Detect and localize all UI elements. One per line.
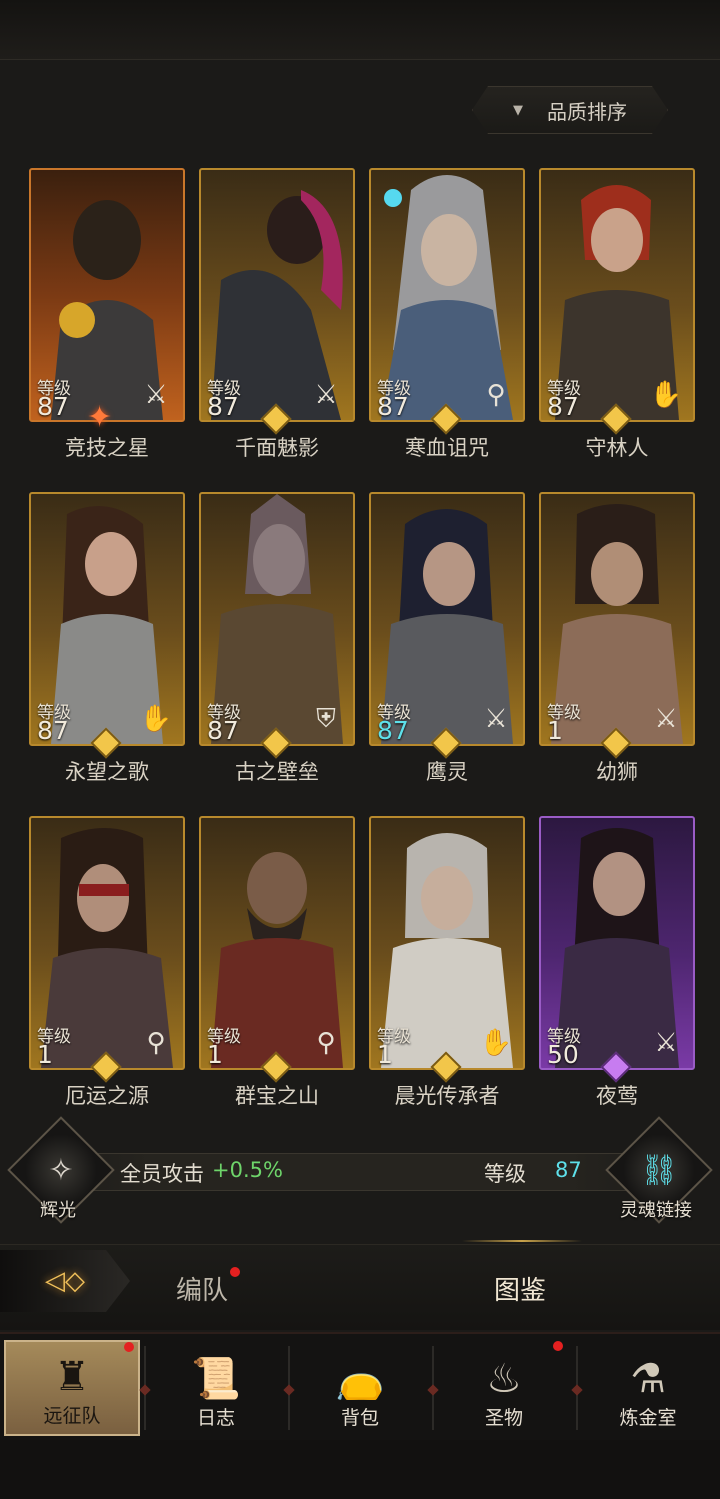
- level-value: 87: [207, 392, 239, 421]
- hero-card[interactable]: 等级 1 ⚲ 厄运之源: [29, 816, 185, 1108]
- sword-icon: ⚔: [484, 704, 508, 734]
- bonus-label: 全员攻击: [120, 1162, 204, 1186]
- hero-name: 晨光传承者: [394, 1084, 500, 1108]
- torch-icon: ♨: [486, 1356, 522, 1402]
- hand-icon: ✋: [139, 704, 173, 734]
- nav-relics[interactable]: ♨ 圣物: [436, 1340, 572, 1436]
- hand-icon: ✋: [649, 380, 683, 410]
- sort-label: 品质排序: [547, 99, 627, 124]
- hero-card[interactable]: 等级 87 ⚲ 寒血诅咒: [369, 168, 525, 460]
- level-value: 1: [547, 716, 563, 745]
- hero-portrait: 等级 87 ⚔: [29, 168, 185, 422]
- hero-card[interactable]: 等级 1 ⚲ 群宝之山: [199, 816, 355, 1108]
- hand-icon: ✋: [479, 1028, 513, 1058]
- hero-name: 幼狮: [596, 760, 638, 784]
- nav-label: 炼金室: [619, 1407, 677, 1429]
- sort-quality-button[interactable]: ▼ 品质排序: [472, 86, 668, 134]
- hero-card[interactable]: 等级 87 ✋ 永望之歌: [29, 492, 185, 784]
- nav-expedition[interactable]: ♜ 远征队: [4, 1340, 140, 1436]
- sword-icon: ⚔: [654, 704, 678, 734]
- nav-label: 背包: [340, 1407, 379, 1429]
- hero-name: 夜莺: [596, 1084, 638, 1108]
- level-value: 87: [377, 716, 409, 745]
- notification-dot: [124, 1342, 134, 1352]
- level-value: 1: [207, 1040, 223, 1069]
- hero-portrait: 等级 50 ⚔: [539, 816, 695, 1070]
- nav-label: 圣物: [484, 1407, 523, 1429]
- soul-link-label: 灵魂链接: [620, 1200, 692, 1221]
- hero-portrait: 等级 87 ⚲: [369, 168, 525, 422]
- nav-bottom-bar: [0, 1440, 720, 1499]
- hero-card[interactable]: 等级 87 ⚔ 千面魅影: [199, 168, 355, 460]
- staff-icon: ⚲: [316, 1028, 336, 1058]
- hero-name: 永望之歌: [65, 760, 149, 784]
- nav-label: 日志: [196, 1407, 235, 1429]
- hero-portrait: 等级 87 ✋: [539, 168, 695, 422]
- hero-portrait: 等级 87 ✋: [29, 492, 185, 746]
- notification-dot: [230, 1267, 240, 1277]
- hero-card[interactable]: 等级 87 ⛨ 古之壁垒: [199, 492, 355, 784]
- hero-portrait: 等级 1 ⚲: [199, 816, 355, 1070]
- soul-link-level-label: 等级: [484, 1162, 526, 1186]
- hero-portrait: 等级 1 ⚔: [539, 492, 695, 746]
- hero-name: 古之壁垒: [235, 760, 319, 784]
- tab-codex[interactable]: 图鉴: [494, 1270, 546, 1307]
- hero-portrait: 等级 87 ⛨: [199, 492, 355, 746]
- journal-icon: 📜: [191, 1356, 241, 1402]
- compass-sword-icon: ✧: [48, 1152, 74, 1188]
- hero-name: 竞技之星: [65, 436, 149, 460]
- nav-journal[interactable]: 📜 日志: [148, 1340, 284, 1436]
- hero-name: 守林人: [585, 436, 649, 460]
- hero-portrait: 等级 1 ⚲: [29, 816, 185, 1070]
- level-value: 87: [207, 716, 239, 745]
- level-value: 87: [377, 392, 409, 421]
- hero-name: 寒血诅咒: [405, 436, 489, 460]
- soul-link-level-value: 87: [555, 1158, 582, 1182]
- staff-icon: ⚲: [486, 380, 506, 410]
- hero-card[interactable]: 等级 1 ✋ 晨光传承者: [369, 816, 525, 1108]
- chain-link-icon: ⛓: [639, 1152, 679, 1188]
- bonus-value: +0.5%: [212, 1158, 283, 1182]
- bag-icon: 👝: [335, 1356, 385, 1402]
- tab-formation[interactable]: 编队: [176, 1270, 228, 1307]
- hero-card[interactable]: 等级 87 ⚔ ✦ 竞技之星: [29, 168, 185, 460]
- hero-portrait: 等级 1 ✋: [369, 816, 525, 1070]
- dropdown-arrow-icon: ▼: [513, 102, 523, 118]
- level-value: 87: [37, 716, 69, 745]
- hero-name: 鹰灵: [426, 760, 468, 784]
- nav-bag[interactable]: 👝 背包: [292, 1340, 428, 1436]
- level-value: 87: [547, 392, 579, 421]
- hero-portrait: 等级 87 ⚔: [369, 492, 525, 746]
- hero-portrait: 等级 87 ⚔: [199, 168, 355, 422]
- staff-icon: ⚲: [146, 1028, 166, 1058]
- hero-name: 千面魅影: [235, 436, 319, 460]
- sword-icon: ⚔: [314, 380, 338, 410]
- sword-icon: ⚔: [144, 380, 168, 410]
- level-value: 87: [37, 392, 69, 421]
- hero-name: 厄运之源: [65, 1084, 149, 1108]
- hero-name: 群宝之山: [235, 1084, 319, 1108]
- hero-card[interactable]: 等级 50 ⚔ 夜莺: [539, 816, 695, 1108]
- back-arrow-icon: ◁◇: [45, 1266, 85, 1296]
- level-value: 50: [547, 1040, 579, 1069]
- sword-icon: ⚔: [654, 1028, 678, 1058]
- hero-card[interactable]: 等级 1 ⚔ 幼狮: [539, 492, 695, 784]
- notification-dot: [553, 1341, 563, 1351]
- shield-icon: ⛨: [316, 704, 336, 734]
- alchemy-icon: ⚗: [630, 1356, 666, 1402]
- level-value: 1: [377, 1040, 393, 1069]
- back-button[interactable]: ◁◇: [0, 1250, 130, 1312]
- star-rank-icon: ✦: [87, 400, 113, 435]
- nav-label: 远征队: [43, 1405, 101, 1427]
- top-bar: [0, 0, 720, 60]
- radiance-label: 辉光: [40, 1200, 76, 1221]
- helmet-icon: ♜: [54, 1354, 90, 1400]
- hero-card[interactable]: 等级 87 ⚔ 鹰灵: [369, 492, 525, 784]
- level-value: 1: [37, 1040, 53, 1069]
- nav-alchemy[interactable]: ⚗ 炼金室: [580, 1340, 716, 1436]
- active-tab-indicator: [462, 1240, 582, 1242]
- hero-card[interactable]: 等级 87 ✋ 守林人: [539, 168, 695, 460]
